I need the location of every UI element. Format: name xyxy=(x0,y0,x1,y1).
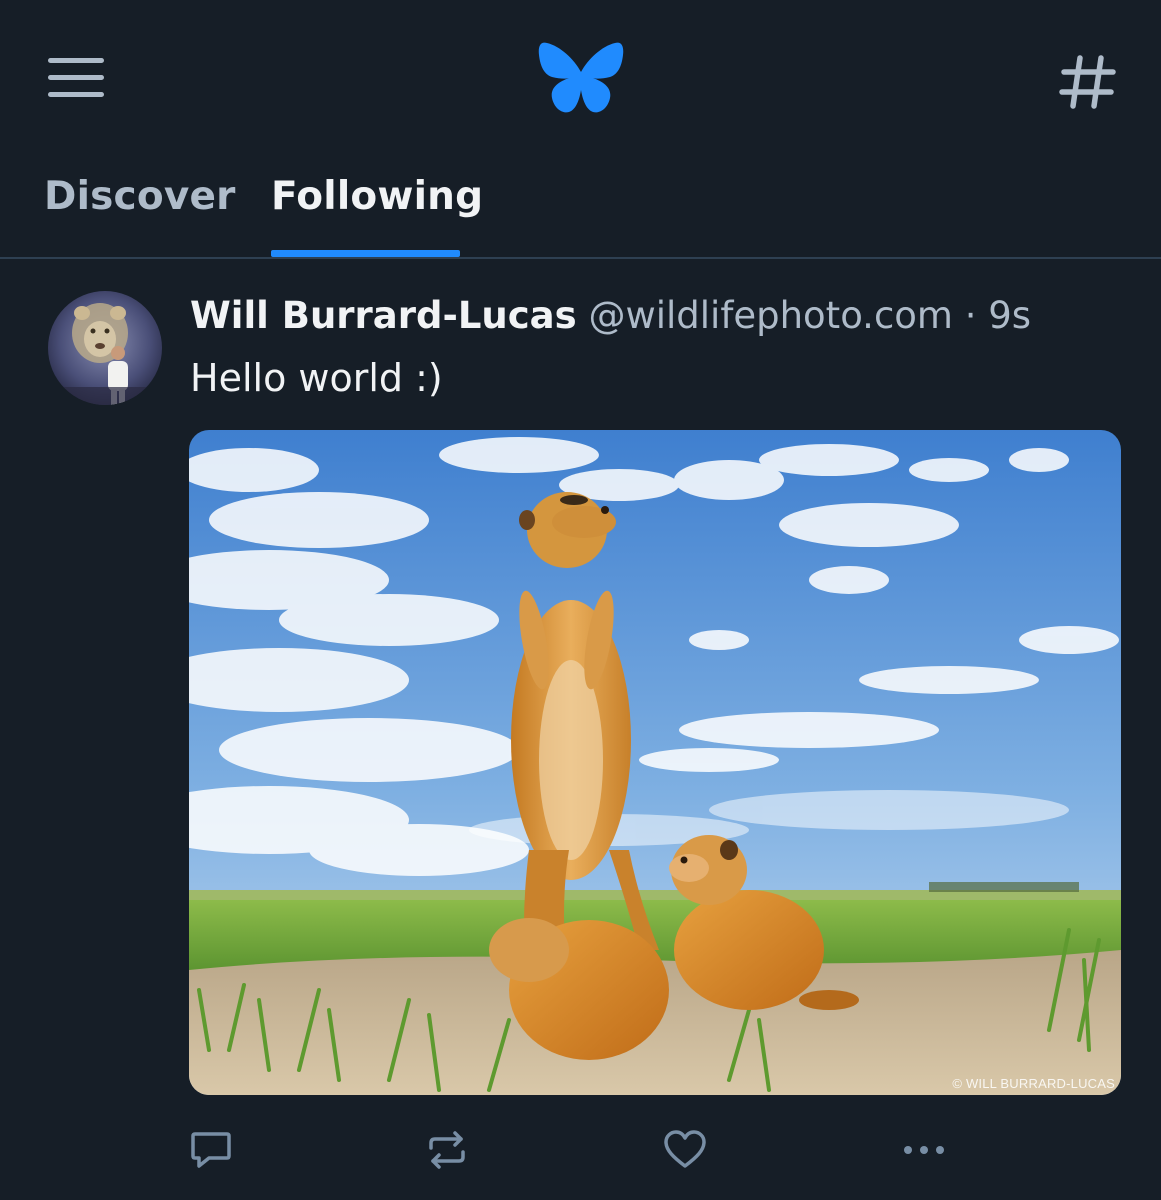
repost-icon xyxy=(423,1131,471,1178)
more-options-button[interactable] xyxy=(900,1126,948,1174)
post-image[interactable]: © WILL BURRARD-LUCAS xyxy=(189,430,1121,1095)
post-header: Will Burrard-Lucas @wildlifephoto.com · … xyxy=(190,294,1031,337)
feed-tabs: Discover Following xyxy=(0,150,1161,258)
tab-following[interactable]: Following xyxy=(271,174,483,219)
like-button[interactable] xyxy=(661,1126,709,1174)
tabs-divider xyxy=(0,257,1161,259)
reply-icon xyxy=(187,1132,235,1178)
bluesky-butterfly-icon xyxy=(538,42,624,120)
bluesky-logo[interactable] xyxy=(538,42,624,116)
repost-button[interactable] xyxy=(423,1126,471,1174)
author-handle[interactable]: @wildlifephoto.com xyxy=(588,294,953,337)
more-icon xyxy=(900,1146,948,1178)
menu-button[interactable] xyxy=(46,55,106,101)
post-timestamp[interactable]: 9s xyxy=(988,294,1031,337)
author-name[interactable]: Will Burrard-Lucas xyxy=(190,294,577,337)
hamburger-menu-icon xyxy=(46,55,106,101)
feeds-button[interactable] xyxy=(1058,52,1118,112)
avatar[interactable] xyxy=(48,291,162,405)
tab-discover[interactable]: Discover xyxy=(44,174,236,219)
hashtag-icon xyxy=(1058,55,1118,116)
post-text: Hello world :) xyxy=(190,356,443,400)
top-bar xyxy=(0,0,1161,150)
like-icon xyxy=(661,1130,709,1178)
image-watermark: © WILL BURRARD-LUCAS xyxy=(952,1076,1115,1091)
reply-button[interactable] xyxy=(187,1126,235,1174)
separator-dot: · xyxy=(964,294,977,337)
active-tab-indicator xyxy=(271,250,460,257)
feed-post[interactable]: Will Burrard-Lucas @wildlifephoto.com · … xyxy=(0,260,1161,1200)
